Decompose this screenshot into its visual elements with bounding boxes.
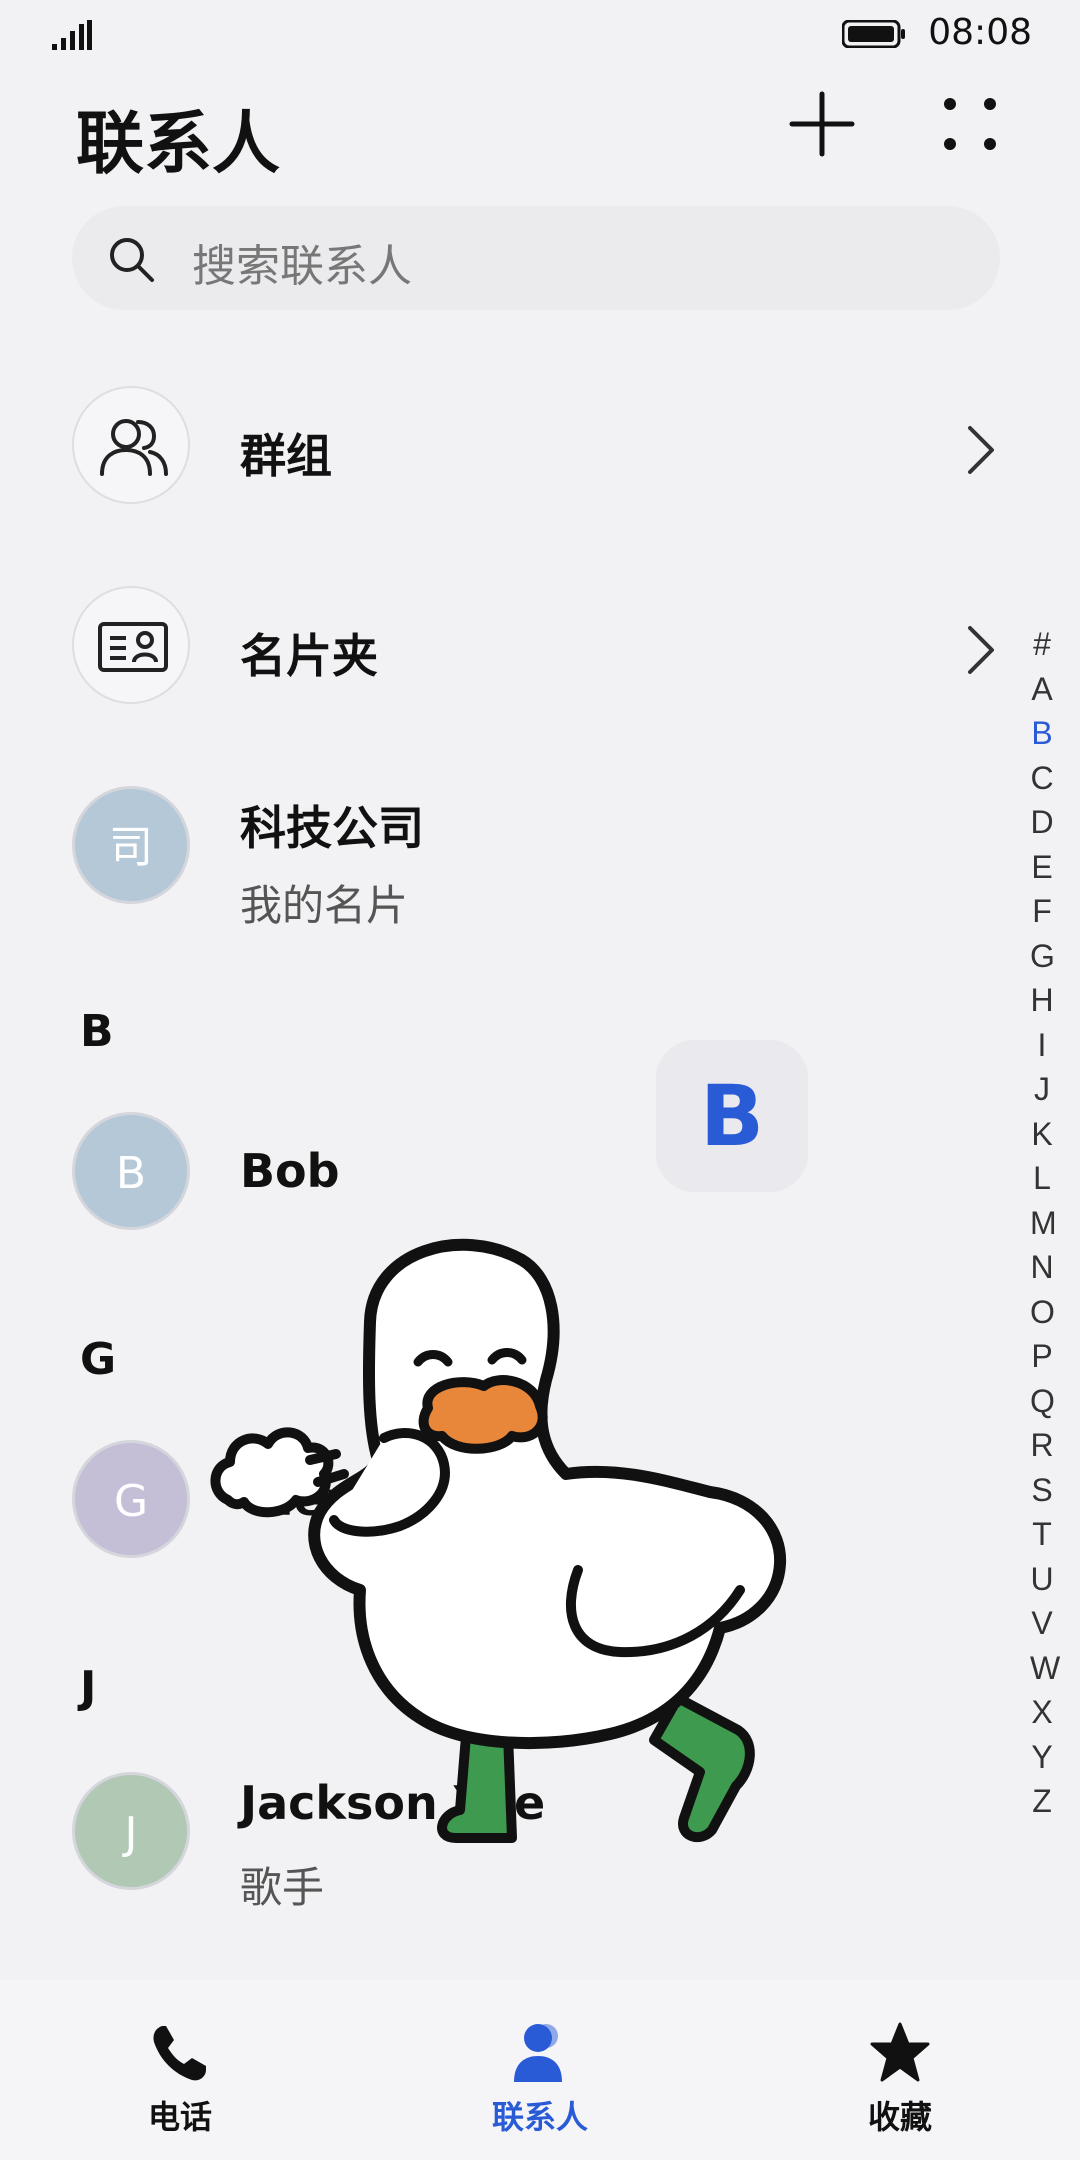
- search-icon: [110, 238, 154, 282]
- index-letter[interactable]: U: [1030, 1561, 1054, 1598]
- search-placeholder: 搜索联系人: [192, 241, 412, 292]
- search-bar[interactable]: 搜索联系人: [72, 206, 1000, 310]
- tab-phone[interactable]: 电话: [80, 2020, 280, 2138]
- index-popup: B: [656, 1040, 808, 1192]
- index-letter[interactable]: X: [1030, 1694, 1054, 1731]
- index-letter[interactable]: L: [1030, 1160, 1054, 1197]
- chevron-right-icon: [968, 426, 994, 474]
- index-letter[interactable]: N: [1030, 1249, 1054, 1286]
- index-letter[interactable]: F: [1030, 893, 1054, 930]
- tab-contacts[interactable]: 联系人: [440, 2020, 640, 2138]
- contact-name: 科技公司: [240, 801, 424, 855]
- tab-label: 收藏: [867, 2098, 932, 2136]
- avatar: B: [72, 1112, 190, 1230]
- contact-subtitle: 我的名片: [240, 881, 409, 930]
- contacts-icon: [514, 2024, 562, 2082]
- groups-icon-circle: [72, 386, 190, 504]
- index-letter[interactable]: J: [1030, 1071, 1054, 1108]
- index-letter[interactable]: H: [1030, 982, 1054, 1019]
- index-letter[interactable]: #: [1030, 626, 1054, 663]
- index-letter[interactable]: P: [1030, 1338, 1054, 1375]
- groups-row[interactable]: 群组: [0, 380, 1080, 520]
- battery-icon: [842, 20, 905, 48]
- index-letter[interactable]: S: [1030, 1472, 1054, 1509]
- index-letter[interactable]: C: [1030, 760, 1054, 797]
- list-item[interactable]: B Bob: [0, 1112, 1080, 1236]
- tab-label: 电话: [147, 2098, 212, 2136]
- index-letter[interactable]: G: [1030, 938, 1055, 975]
- index-letter[interactable]: K: [1030, 1116, 1054, 1153]
- section-header: B: [80, 1006, 114, 1057]
- more-options-button[interactable]: [934, 88, 1006, 160]
- index-letter[interactable]: W: [1030, 1650, 1060, 1687]
- status-bar: 08:08: [0, 0, 1080, 70]
- index-letter[interactable]: O: [1030, 1294, 1055, 1331]
- index-letter[interactable]: B: [1030, 715, 1054, 752]
- index-letter[interactable]: D: [1030, 804, 1054, 841]
- page-title: 联系人: [76, 105, 281, 184]
- tab-label: 联系人: [491, 2098, 588, 2136]
- index-letter[interactable]: Q: [1030, 1383, 1055, 1420]
- tab-favorites[interactable]: 收藏: [800, 2020, 1000, 2138]
- star-icon: [870, 2022, 930, 2082]
- phone-icon: [153, 2026, 206, 2081]
- avatar: G: [72, 1440, 190, 1558]
- index-letter[interactable]: Y: [1030, 1739, 1054, 1776]
- business-card-label: 名片夹: [240, 629, 378, 683]
- index-letter[interactable]: Z: [1030, 1783, 1054, 1820]
- signal-icon: [52, 20, 92, 50]
- chevron-right-icon: [968, 626, 994, 674]
- card-holder-icon-circle: [72, 586, 190, 704]
- index-letter[interactable]: M: [1030, 1205, 1057, 1242]
- section-header: J: [80, 1662, 97, 1713]
- bottom-tab-bar: 电话 联系人 收藏: [0, 1980, 1080, 2160]
- index-letter[interactable]: I: [1030, 1027, 1054, 1064]
- add-contact-button[interactable]: [786, 88, 858, 160]
- my-card-row[interactable]: 司 科技公司 我的名片: [0, 780, 1080, 930]
- index-letter[interactable]: A: [1030, 671, 1054, 708]
- avatar: J: [72, 1772, 190, 1890]
- duck-sticker-image: [210, 1238, 787, 1843]
- section-header: G: [80, 1334, 117, 1385]
- business-card-row[interactable]: 名片夹: [0, 580, 1080, 720]
- index-letter[interactable]: R: [1030, 1427, 1054, 1464]
- group-icon: [100, 419, 168, 476]
- groups-label: 群组: [240, 429, 332, 483]
- index-letter[interactable]: T: [1030, 1516, 1054, 1553]
- contact-name: Bob: [240, 1144, 340, 1198]
- status-time: 08:08: [928, 12, 1032, 53]
- index-letter[interactable]: E: [1030, 849, 1054, 886]
- avatar: 司: [72, 786, 190, 904]
- index-letter[interactable]: V: [1030, 1605, 1054, 1642]
- business-card-icon: [98, 622, 168, 672]
